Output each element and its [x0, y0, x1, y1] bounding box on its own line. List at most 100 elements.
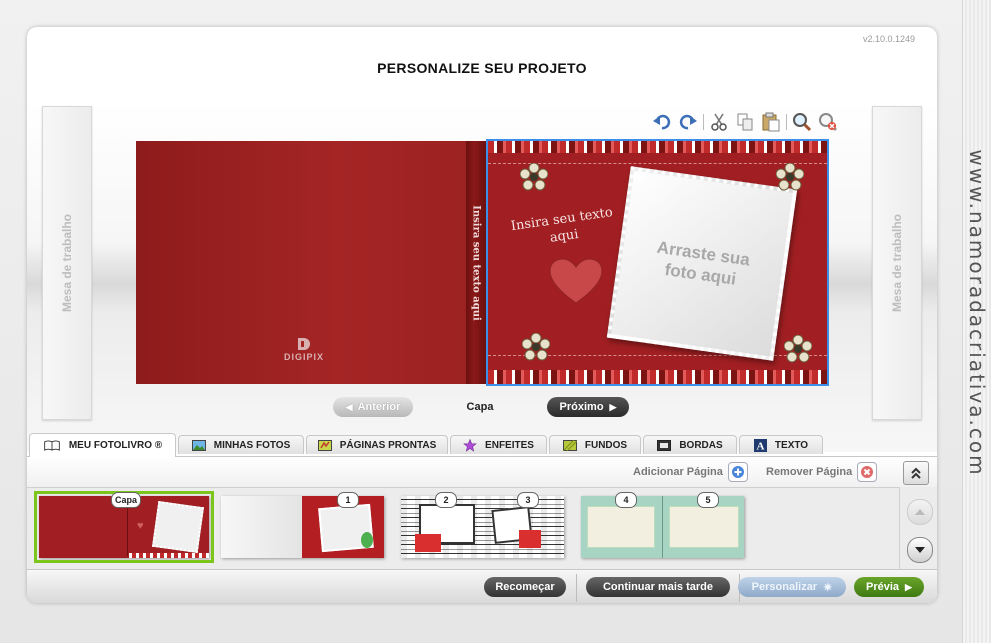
toolbar-divider — [703, 114, 704, 130]
current-page-label: Capa — [466, 401, 494, 413]
continue-later-label: Continuar mais tarde — [602, 581, 714, 593]
tab-label: TEXTO — [774, 439, 809, 451]
flower-ornament-icon[interactable] — [522, 333, 550, 361]
back-cover[interactable]: DIGIPIX — [136, 141, 475, 384]
background-icon — [562, 439, 577, 451]
tab-label: PÁGINAS PRONTAS — [339, 439, 437, 451]
page-badge: 5 — [697, 492, 719, 508]
zoom-reset-icon[interactable] — [817, 111, 839, 133]
tab-meu-fotolivro[interactable]: MEU FOTOLIVRO ® — [29, 433, 176, 457]
customize-button[interactable]: Personalizar ✷ — [738, 577, 846, 597]
next-page-label: Próximo — [559, 401, 604, 413]
flower-ornament-icon[interactable] — [776, 163, 804, 191]
page-badge: 3 — [517, 492, 539, 508]
play-icon: ▶ — [905, 581, 912, 592]
previous-page-button[interactable]: ◀ Anterior — [333, 397, 413, 417]
screen: www.namoradacriativa.com v2.10.0.1249 PE… — [0, 0, 991, 643]
footer-bar: Recomeçar Continuar mais tarde Personali… — [27, 569, 937, 603]
brand-logo: DIGIPIX — [284, 337, 324, 362]
tab-minhas-fotos[interactable]: MINHAS FOTOS — [178, 435, 304, 454]
restart-label: Recomeçar — [495, 581, 555, 593]
watermark: www.namoradacriativa.com — [965, 149, 989, 477]
remove-page-button[interactable]: Remover Página — [766, 462, 878, 482]
workbench-right-label: Mesa de trabalho — [890, 213, 904, 313]
preview-label: Prévia — [866, 581, 900, 593]
zoom-in-icon[interactable] — [791, 111, 813, 133]
workbench-right[interactable]: Mesa de trabalho — [872, 106, 922, 420]
thumbnail-cover[interactable]: ♥ Capa — [34, 491, 214, 563]
photo-placeholder-text: Arraste sua foto aqui — [655, 237, 752, 289]
paste-icon[interactable] — [760, 111, 782, 133]
cut-icon[interactable] — [708, 111, 730, 133]
page-title: PERSONALIZE SEU PROJETO — [377, 60, 587, 76]
page-badge: 4 — [615, 492, 637, 508]
tab-label: FUNDOS — [584, 439, 628, 451]
toolbar-divider — [786, 114, 787, 130]
continue-later-button[interactable]: Continuar mais tarde — [586, 577, 730, 597]
svg-text:A: A — [756, 440, 764, 452]
scroll-up-button[interactable] — [907, 499, 933, 525]
tab-label: BORDAS — [679, 439, 723, 451]
add-page-button[interactable]: Adicionar Página — [633, 462, 748, 482]
add-page-label: Adicionar Página — [633, 466, 723, 478]
star-icon — [463, 438, 477, 452]
pages-icon — [317, 439, 332, 451]
tab-bordas[interactable]: BORDAS — [643, 435, 737, 454]
preview-button[interactable]: Prévia ▶ — [854, 577, 924, 597]
tab-texto[interactable]: A TEXTO — [739, 435, 823, 454]
arrow-down-icon — [915, 547, 925, 553]
redo-icon[interactable] — [677, 111, 699, 133]
flower-ornament-icon[interactable] — [520, 163, 548, 191]
version-label: v2.10.0.1249 — [862, 34, 915, 44]
cover-top-stripe — [488, 141, 827, 153]
chevron-left-icon: ◀ — [345, 401, 353, 412]
footer-divider — [576, 574, 577, 602]
flower-ornament-icon[interactable] — [784, 335, 812, 363]
frame-icon — [657, 439, 672, 451]
thumbnail-pages-4-5[interactable]: 4 5 — [581, 492, 744, 558]
tab-enfeites[interactable]: ENFEITES — [450, 435, 547, 454]
tab-label: ENFEITES — [485, 439, 534, 451]
next-page-button[interactable]: Próximo ▶ — [547, 397, 629, 417]
heart-icon[interactable] — [548, 257, 604, 305]
arrow-up-icon — [915, 509, 925, 515]
workbench-left[interactable]: Mesa de trabalho — [42, 106, 92, 420]
tab-fundos[interactable]: FUNDOS — [549, 435, 641, 454]
undo-icon[interactable] — [651, 111, 673, 133]
brand-name: DIGIPIX — [284, 352, 325, 362]
book-spine[interactable]: Insira seu texto aqui — [466, 141, 486, 384]
tab-label: MINHAS FOTOS — [213, 439, 291, 451]
page-thumbnails: ♥ Capa 1 2 3 4 5 — [27, 487, 899, 570]
thumbnail-page-1[interactable]: 1 — [221, 492, 384, 558]
cover-text[interactable]: Insira seu texto aqui — [506, 204, 620, 253]
remove-page-icon — [857, 462, 878, 482]
text-icon: A — [753, 438, 767, 452]
page-badge: 2 — [435, 492, 457, 508]
previous-page-label: Anterior — [357, 401, 401, 413]
spine-text[interactable]: Insira seu texto aqui — [471, 205, 482, 321]
restart-button[interactable]: Recomeçar — [484, 577, 566, 597]
editor-panel: v2.10.0.1249 PERSONALIZE SEU PROJETO Mes… — [27, 27, 937, 603]
double-chevron-up-icon — [911, 467, 921, 479]
page-badge: Capa — [111, 492, 142, 508]
pages-action-bar: Adicionar Página Remover Página — [27, 456, 937, 488]
copy-icon[interactable] — [734, 111, 756, 133]
collapse-panel-button[interactable] — [903, 461, 929, 485]
edit-toolbar — [651, 111, 843, 133]
photo-placeholder[interactable]: Arraste sua foto aqui — [606, 166, 798, 361]
front-cover[interactable]: Insira seu texto aqui Arraste sua foto a… — [486, 139, 829, 386]
thumbnail-scroll — [899, 487, 937, 569]
book-icon — [44, 440, 60, 451]
thumbnail-pages-2-3[interactable]: 2 3 — [401, 492, 564, 558]
scroll-down-button[interactable] — [907, 537, 933, 563]
add-page-icon — [727, 462, 748, 482]
photos-icon — [191, 439, 206, 451]
cover-bottom-stripe — [488, 370, 827, 384]
chevron-right-icon: ▶ — [609, 401, 617, 412]
remove-page-label: Remover Página — [766, 466, 853, 478]
tab-paginas-prontas[interactable]: PÁGINAS PRONTAS — [306, 435, 448, 454]
sparkle-icon: ✷ — [823, 581, 833, 594]
page-badge: 1 — [337, 492, 359, 508]
tab-label: MEU FOTOLIVRO ® — [68, 440, 163, 451]
workbench-left-label: Mesa de trabalho — [60, 213, 74, 313]
